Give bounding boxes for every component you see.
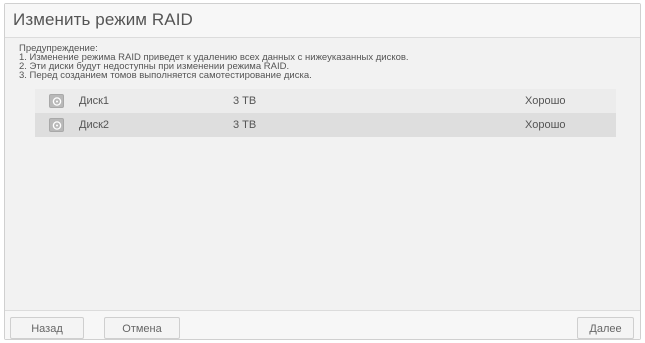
cancel-button[interactable]: Отмена	[104, 317, 180, 339]
disk-row[interactable]: Диск2 3 ТВ Хорошо	[35, 113, 616, 137]
back-button[interactable]: Назад	[10, 317, 84, 339]
dialog-footer: Назад Отмена Далее	[5, 310, 640, 339]
disk-size: 3 ТВ	[233, 119, 257, 131]
disk-name: Диск1	[79, 95, 110, 107]
dialog-title: Изменить режим RAID	[13, 10, 193, 29]
warning-line-3: 3. Перед созданием томов выполняется сам…	[19, 70, 312, 81]
dialog-body: Предупреждение: 1. Изменение режима RAID…	[5, 38, 640, 309]
disk-row[interactable]: Диск1 3 ТВ Хорошо	[35, 89, 616, 113]
disk-size: 3 ТВ	[233, 95, 257, 107]
disk-icon	[49, 118, 64, 132]
warning-text: Предупреждение: 1. Изменение режима RAID…	[19, 44, 409, 81]
disk-status: Хорошо	[525, 95, 566, 107]
change-raid-mode-dialog: Изменить режим RAID Предупреждение: 1. И…	[4, 3, 641, 340]
disk-icon	[49, 94, 64, 108]
dialog-header: Изменить режим RAID	[5, 4, 640, 38]
next-button[interactable]: Далее	[577, 317, 634, 339]
disk-name: Диск2	[79, 119, 110, 131]
disk-status: Хорошо	[525, 119, 566, 131]
disk-list: Диск1 3 ТВ Хорошо Диск2 3 ТВ Хорошо	[35, 89, 616, 137]
